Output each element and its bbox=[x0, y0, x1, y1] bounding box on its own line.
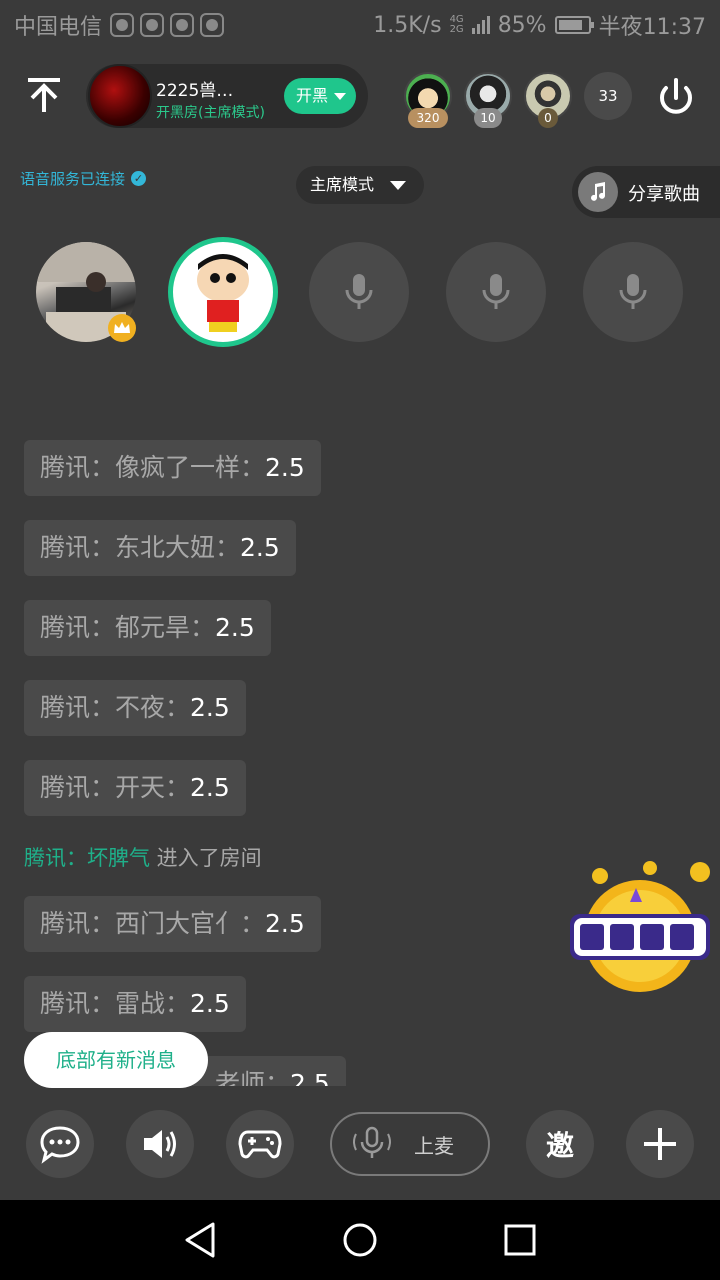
enter-source: 腾讯： bbox=[24, 846, 87, 870]
chat-message: 腾讯：郁元旱：2.5 bbox=[24, 600, 271, 656]
online-count[interactable]: 33 bbox=[584, 72, 632, 120]
back-icon[interactable] bbox=[183, 1222, 217, 1258]
chevron-down-icon bbox=[334, 93, 346, 100]
new-message-button[interactable]: 底部有新消息 bbox=[24, 1032, 208, 1088]
paw-app-icon bbox=[170, 13, 195, 37]
share-song-label: 分享歌曲 bbox=[628, 184, 700, 205]
signal-icon bbox=[471, 16, 490, 34]
room-avatar bbox=[88, 64, 152, 128]
message-source: 腾讯： bbox=[40, 693, 116, 722]
game-button[interactable] bbox=[226, 1110, 294, 1178]
microphone-icon bbox=[345, 274, 373, 309]
mode-select[interactable]: 主席模式 bbox=[296, 166, 424, 204]
chevron-down-icon bbox=[390, 181, 406, 190]
voice-status-label: 语音服务已连接 bbox=[20, 170, 126, 188]
voice-status: 语音服务已连接 ✓ bbox=[20, 168, 147, 189]
invite-label: 邀 bbox=[545, 1129, 574, 1162]
room-type-label: 开黑 bbox=[296, 86, 329, 105]
app-notification-icon bbox=[200, 13, 225, 37]
system-nav-bar bbox=[0, 1200, 720, 1280]
speaker-icon bbox=[144, 1130, 176, 1158]
room-mode-label: 开黑房(主席模式) bbox=[156, 105, 265, 121]
message-text: 开天： bbox=[115, 773, 191, 802]
message-text: 东北大妞： bbox=[115, 533, 241, 562]
bottom-toolbar: 上麦 邀 bbox=[0, 1110, 720, 1178]
rank-badge: 10 bbox=[474, 108, 502, 128]
chat-bubble-icon bbox=[40, 1126, 80, 1164]
chat-button[interactable] bbox=[26, 1110, 94, 1178]
message-source: 腾讯： bbox=[40, 533, 116, 562]
chat-message: 腾讯：雷战：2.5 bbox=[24, 976, 246, 1032]
power-icon[interactable] bbox=[654, 76, 698, 120]
message-value: 2.5 bbox=[240, 533, 280, 562]
home-icon[interactable] bbox=[342, 1222, 378, 1258]
music-note-icon bbox=[578, 172, 618, 212]
message-source: 腾讯： bbox=[40, 909, 116, 938]
seat-2[interactable] bbox=[168, 237, 278, 347]
rank-badge: 0 bbox=[538, 108, 558, 128]
chat-message: 腾讯：东北大妞：2.5 bbox=[24, 520, 296, 576]
message-source: 腾讯： bbox=[40, 773, 116, 802]
room-type-button[interactable]: 开黑 bbox=[284, 78, 356, 114]
message-value: 2.5 bbox=[190, 773, 230, 802]
room-name: 2225兽… bbox=[156, 81, 234, 101]
seat-3-empty[interactable] bbox=[309, 242, 409, 342]
quiz-game-banner[interactable] bbox=[560, 858, 720, 1002]
mic-up-label: 上麦 bbox=[414, 1134, 454, 1158]
enter-action: 进入了房间 bbox=[150, 846, 262, 870]
message-value: 2.5 bbox=[290, 1069, 330, 1086]
microphone-icon bbox=[482, 274, 510, 309]
mic-up-button[interactable]: 上麦 bbox=[330, 1112, 490, 1176]
room-info[interactable]: 2225兽… 开黑房(主席模式) 开黑 bbox=[86, 64, 368, 128]
recents-icon[interactable] bbox=[504, 1224, 536, 1256]
seat-5-empty[interactable] bbox=[583, 242, 683, 342]
gamepad-icon bbox=[238, 1130, 282, 1159]
message-value: 2.5 bbox=[265, 909, 305, 938]
message-text: 西门大官亻： bbox=[115, 909, 266, 938]
message-value: 2.5 bbox=[190, 693, 230, 722]
chat-message: 腾讯：像疯了一样：2.5 bbox=[24, 440, 321, 496]
cartoon-avatar bbox=[197, 254, 249, 332]
message-value: 2.5 bbox=[190, 989, 230, 1018]
message-text: 郁元旱： bbox=[115, 613, 216, 642]
clock: 半夜11:37 bbox=[598, 15, 706, 40]
network-bottom: 2G bbox=[449, 24, 464, 35]
microphone-icon bbox=[353, 1126, 391, 1158]
message-source: 腾讯： bbox=[40, 989, 116, 1018]
network-type: 4G 2G bbox=[450, 15, 464, 35]
net-speed: 1.5K/s bbox=[373, 12, 442, 38]
message-value: 2.5 bbox=[265, 453, 305, 482]
minimize-room-icon[interactable] bbox=[24, 76, 64, 116]
app-notification-icon bbox=[110, 13, 135, 37]
message-text: 不夜： bbox=[115, 693, 191, 722]
battery-percent: 85% bbox=[497, 12, 547, 38]
chat-message: 腾讯：不夜：2.5 bbox=[24, 680, 246, 736]
rank-badge: 320 bbox=[408, 108, 448, 128]
room-header: 2225兽… 开黑房(主席模式) 开黑 320 10 0 33 bbox=[0, 62, 720, 130]
message-value: 2.5 bbox=[215, 613, 255, 642]
chat-list[interactable]: 腾讯：像疯了一样：2.5 腾讯：东北大妞：2.5 腾讯：郁元旱：2.5 腾讯：不… bbox=[24, 440, 564, 1086]
enter-user[interactable]: 坏脾气 bbox=[87, 846, 150, 870]
status-bar: 中国电信 1.5K/s 4G 2G 85% 半夜11:37 bbox=[0, 0, 720, 50]
check-icon: ✓ bbox=[131, 171, 147, 186]
share-song-button[interactable]: 分享歌曲 bbox=[572, 166, 720, 218]
microphone-icon bbox=[619, 274, 647, 309]
mode-label: 主席模式 bbox=[310, 175, 375, 194]
enter-notice: 腾讯：坏脾气 进入了房间 bbox=[24, 842, 262, 872]
speaker-button[interactable] bbox=[126, 1110, 194, 1178]
message-source: 腾讯： bbox=[40, 613, 116, 642]
carrier-label: 中国电信 bbox=[14, 15, 103, 40]
battery-icon bbox=[554, 16, 594, 34]
chat-message: 腾讯：西门大官亻：2.5 bbox=[24, 896, 321, 952]
invite-button[interactable]: 邀 bbox=[526, 1110, 594, 1178]
seat-4-empty[interactable] bbox=[446, 242, 546, 342]
app-notification-icon bbox=[140, 13, 165, 37]
message-text: 雷战： bbox=[115, 989, 191, 1018]
plus-icon bbox=[644, 1128, 676, 1160]
more-button[interactable] bbox=[626, 1110, 694, 1178]
message-source: 腾讯： bbox=[40, 453, 116, 482]
chat-message: 腾讯：开天：2.5 bbox=[24, 760, 246, 816]
message-text: 像疯了一样： bbox=[115, 453, 266, 482]
crown-icon bbox=[108, 314, 136, 342]
